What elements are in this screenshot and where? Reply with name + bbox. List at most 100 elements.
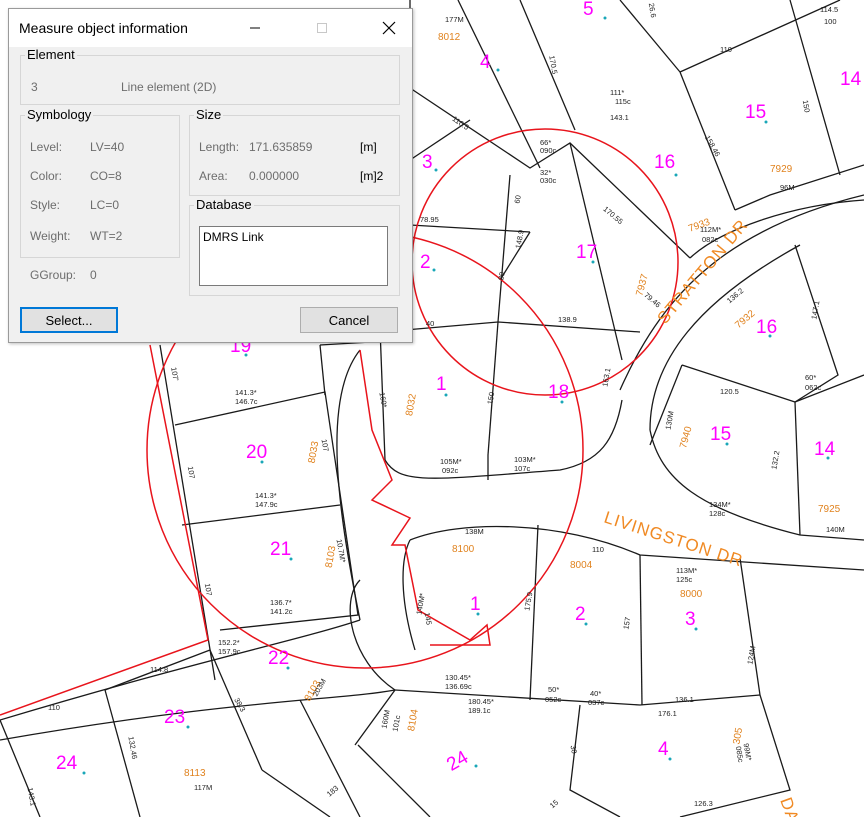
svg-text:1: 1 [436,374,447,395]
street-names: STRATTON DR LIVINGSTON DR DA [602,216,803,817]
svg-text:030c: 030c [540,176,557,185]
svg-text:100: 100 [824,17,837,26]
svg-text:145: 145 [423,612,434,626]
svg-text:132.46: 132.46 [126,736,139,760]
svg-text:146.7c: 146.7c [235,397,258,406]
minimize-button[interactable] [232,9,277,47]
select-button[interactable]: Select... [20,307,118,333]
svg-text:107': 107' [169,366,180,382]
close-icon [382,21,395,35]
element-group: Element 3 Line element (2D) [20,47,400,105]
svg-text:16: 16 [654,152,675,173]
svg-text:26.6: 26.6 [647,2,658,18]
svg-text:15: 15 [745,102,766,123]
svg-text:8100: 8100 [452,544,475,555]
svg-text:7932: 7932 [733,308,757,331]
svg-text:78.95: 78.95 [420,215,439,224]
svg-text:2: 2 [420,252,431,273]
size-group-label: Size [194,107,224,123]
svg-text:17: 17 [576,242,597,263]
svg-text:125c: 125c [676,575,693,584]
level-value: LV=40 [90,140,125,154]
svg-text:141.3*: 141.3* [255,491,277,500]
svg-text:062c: 062c [805,383,822,392]
street-da: DA [776,795,803,817]
svg-text:085c: 085c [734,746,746,764]
svg-text:147.9c: 147.9c [255,500,278,509]
svg-text:79.46: 79.46 [642,290,662,309]
svg-text:8000: 8000 [680,589,703,600]
cancel-button[interactable]: Cancel [300,307,398,333]
svg-text:21: 21 [270,539,291,560]
svg-text:8033: 8033 [307,440,322,464]
svg-text:110: 110 [592,545,604,554]
svg-text:50*: 50* [548,685,559,694]
ggroup-value: 0 [90,268,97,282]
svg-text:163.1: 163.1 [600,367,612,387]
svg-text:175.9: 175.9 [522,591,534,611]
svg-text:115c: 115c [615,97,631,106]
svg-text:160M: 160M [380,709,392,729]
svg-text:111*: 111* [610,88,624,97]
svg-text:189.1c: 189.1c [468,706,491,715]
close-button[interactable] [366,9,411,47]
svg-text:89: 89 [496,271,506,281]
svg-text:8104: 8104 [406,708,421,732]
color-label: Color: [30,169,63,183]
database-list-item[interactable]: DMRS Link [203,230,264,244]
svg-text:305: 305 [731,726,745,745]
svg-text:107c: 107c [514,464,531,473]
svg-text:40: 40 [426,319,434,328]
weight-label: Weight: [30,229,71,243]
svg-text:136.2: 136.2 [725,286,745,305]
svg-text:126.3: 126.3 [694,799,713,808]
svg-text:7925: 7925 [818,504,841,515]
svg-text:2: 2 [575,604,586,625]
color-value: CO=8 [90,169,122,183]
svg-text:117M: 117M [194,783,212,792]
svg-text:14: 14 [840,69,862,90]
svg-text:113M*: 113M* [676,566,697,575]
database-list[interactable]: DMRS Link [199,226,388,286]
svg-text:107: 107 [203,583,214,597]
dialog-titlebar[interactable]: Measure object information [9,9,412,47]
level-label: Level: [30,140,63,154]
svg-text:128c: 128c [709,509,726,518]
svg-text:60*: 60* [805,373,816,382]
weight-value: WT=2 [90,229,123,243]
svg-text:138.9: 138.9 [558,315,577,324]
svg-text:158.46: 158.46 [703,134,722,158]
svg-text:3: 3 [685,609,696,630]
svg-text:8012: 8012 [438,32,461,43]
svg-text:037c: 037c [588,698,605,707]
svg-text:147.1: 147.1 [809,300,821,320]
style-value: LC=0 [90,198,120,212]
symbology-group: Symbology Level: LV=40 Color: CO=8 Style… [20,107,180,258]
svg-text:130M: 130M [663,410,675,430]
svg-text:7940: 7940 [678,425,694,450]
element-type: Line element (2D) [121,80,217,94]
area-value: 0.000000 [249,169,300,183]
svg-text:141.3*: 141.3* [235,388,257,397]
svg-text:20: 20 [246,442,267,463]
svg-text:38.3: 38.3 [232,696,247,713]
svg-text:150: 150 [801,99,812,113]
svg-text:103M*: 103M* [514,455,536,464]
svg-text:136.7*: 136.7* [270,598,292,607]
svg-text:112M*: 112M* [700,225,721,234]
svg-text:110.5: 110.5 [451,114,471,132]
length-value: 171.635859 [249,140,313,154]
svg-text:157.9c: 157.9c [218,647,241,656]
svg-text:183: 183 [325,784,340,799]
svg-text:134M*: 134M* [709,500,731,509]
svg-text:18: 18 [548,382,569,403]
length-unit: [m] [360,140,377,154]
svg-text:052c: 052c [545,695,562,704]
svg-text:136.69c: 136.69c [445,682,472,691]
measure-info-dialog: Measure object information Element 3 Lin… [8,8,413,343]
svg-text:176.1: 176.1 [658,709,677,718]
svg-text:22: 22 [268,648,289,669]
svg-text:96M: 96M [780,183,795,192]
svg-text:170.55: 170.55 [601,204,624,226]
svg-text:8032: 8032 [404,393,419,417]
